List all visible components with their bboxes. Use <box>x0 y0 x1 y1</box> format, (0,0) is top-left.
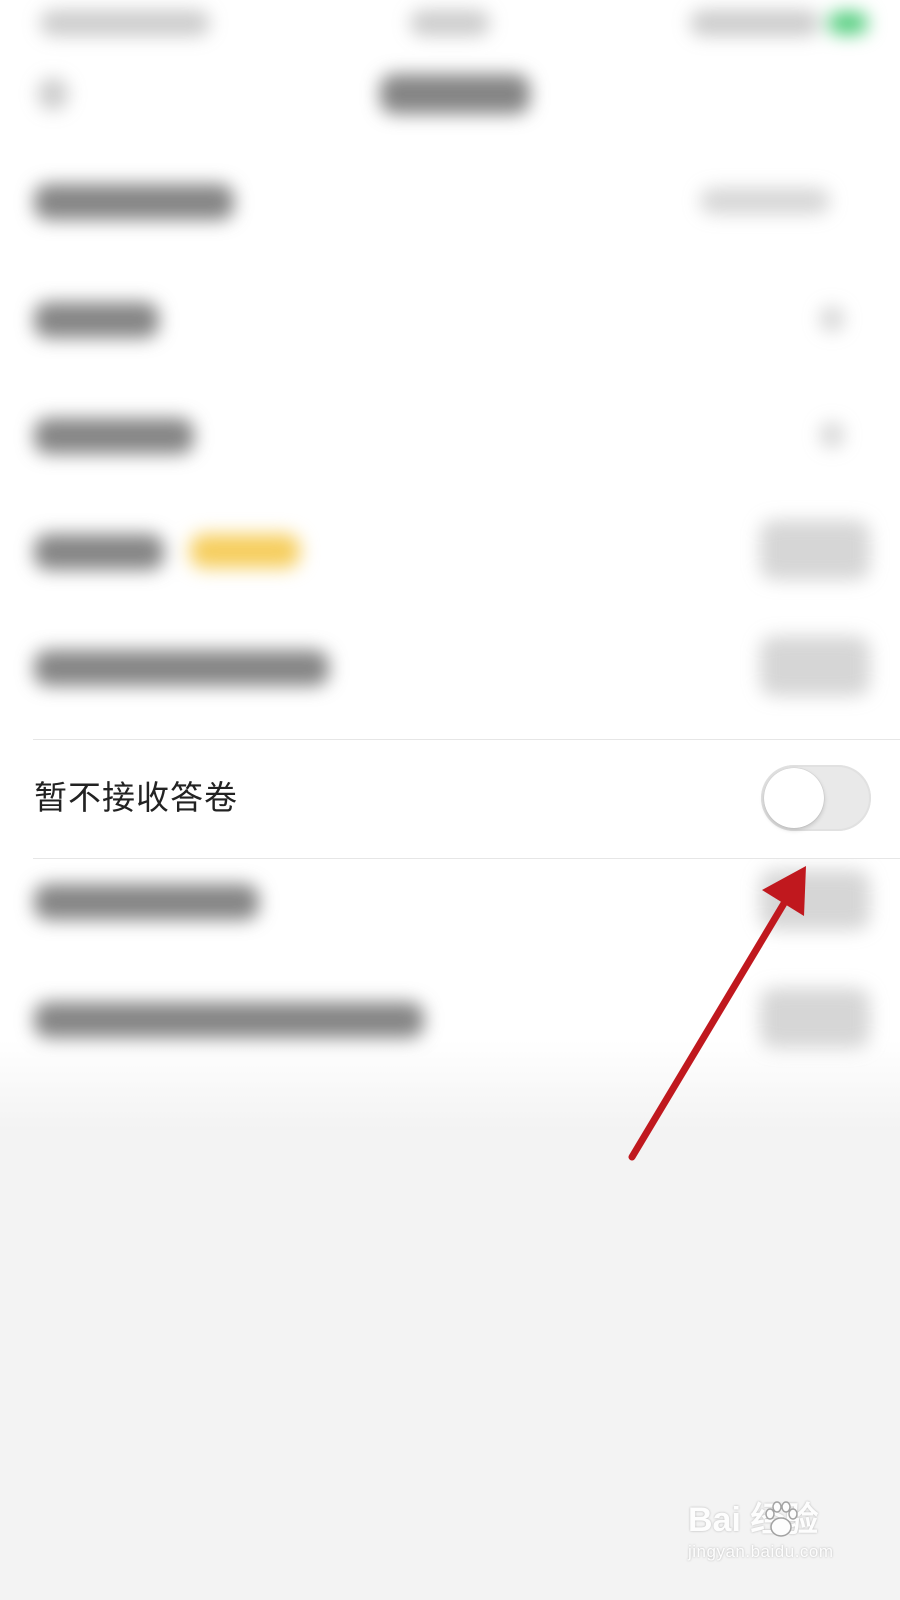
paw-icon <box>765 1501 798 1537</box>
status-bar-time <box>410 10 490 36</box>
setting-row-4-badge <box>190 534 300 568</box>
nav-title <box>380 74 530 114</box>
setting-row-4-toggle <box>760 520 870 580</box>
setting-row-8-label <box>34 1002 424 1038</box>
setting-row-pause-responses: 暂不接收答卷 <box>0 740 900 858</box>
setting-row-7-toggle <box>760 870 870 930</box>
setting-row-3-label <box>34 418 194 454</box>
setting-row-5-toggle <box>760 636 870 696</box>
battery-icon <box>828 12 868 34</box>
blurred-background-content <box>0 0 900 1080</box>
setting-row-2-label <box>34 302 159 338</box>
setting-row-5-label <box>34 650 329 686</box>
setting-row-1-value <box>700 188 830 214</box>
back-icon[interactable] <box>38 78 68 110</box>
toggle-knob <box>764 768 824 828</box>
setting-row-8-toggle <box>760 988 870 1048</box>
setting-row-1-label <box>34 184 234 220</box>
row-divider-bottom <box>33 858 900 859</box>
setting-row-2-chevron <box>820 306 844 332</box>
setting-row-4-label <box>34 534 164 570</box>
settings-screen: 暂不接收答卷 Bai 经验 jingyan.baidu.com <box>0 0 900 1600</box>
setting-row-7-label <box>34 884 259 920</box>
watermark-domain: jingyan.baidu.com <box>688 1542 834 1561</box>
status-bar-battery <box>690 10 820 36</box>
pause-responses-label: 暂不接收答卷 <box>34 778 238 817</box>
baidu-jingyan-watermark: Bai 经验 jingyan.baidu.com <box>688 1500 858 1580</box>
setting-row-3-chevron <box>820 422 844 448</box>
status-bar-carrier <box>40 10 210 36</box>
pause-responses-toggle[interactable] <box>761 765 871 831</box>
